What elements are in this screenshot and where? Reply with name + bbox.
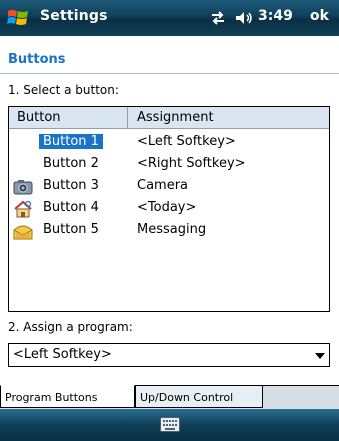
tab-up-down-control[interactable]: Up/Down Control bbox=[135, 385, 263, 408]
home-icon bbox=[14, 200, 32, 218]
row-button-name: Button 4 bbox=[43, 200, 99, 215]
list-row-button-5[interactable]: Button 5 Messaging bbox=[9, 221, 329, 241]
row-button-name: Button 2 bbox=[43, 156, 99, 171]
list-header: Button Assignment bbox=[9, 107, 329, 129]
title-bar: Settings 3:49 ok bbox=[0, 0, 339, 36]
column-header-button[interactable]: Button bbox=[17, 110, 61, 125]
program-select[interactable]: <Left Softkey> bbox=[8, 343, 330, 367]
list-row-button-3[interactable]: Button 3 Camera bbox=[9, 177, 329, 197]
row-assignment: <Right Softkey> bbox=[137, 156, 246, 171]
connectivity-icon[interactable] bbox=[210, 10, 226, 26]
row-assignment: Camera bbox=[137, 178, 189, 193]
tab-strip: Program Buttons Up/Down Control bbox=[0, 385, 339, 409]
camera-icon bbox=[13, 180, 33, 195]
row-assignment: <Left Softkey> bbox=[137, 134, 236, 149]
button-list[interactable]: Button Assignment Button 1 <Left Softkey… bbox=[8, 106, 330, 312]
list-row-button-2[interactable]: Button 2 <Right Softkey> bbox=[9, 155, 329, 175]
header-divider bbox=[0, 73, 339, 74]
list-row-button-4[interactable]: Button 4 <Today> bbox=[9, 199, 329, 219]
row-button-name: Button 1 bbox=[39, 134, 103, 149]
softkey-bar bbox=[0, 409, 339, 441]
row-button-name: Button 5 bbox=[43, 222, 99, 237]
page-header: Buttons bbox=[0, 36, 339, 74]
envelope-icon bbox=[13, 225, 33, 240]
windows-start-icon[interactable] bbox=[6, 6, 30, 30]
row-assignment: Messaging bbox=[137, 222, 207, 237]
list-row-button-1[interactable]: Button 1 <Left Softkey> bbox=[9, 133, 329, 153]
dropdown-arrow-icon[interactable] bbox=[315, 353, 325, 359]
column-header-assignment[interactable]: Assignment bbox=[137, 110, 214, 125]
tab-program-buttons[interactable]: Program Buttons bbox=[0, 385, 135, 408]
page-title: Buttons bbox=[8, 52, 66, 67]
app-title: Settings bbox=[40, 8, 108, 24]
program-select-value: <Left Softkey> bbox=[13, 347, 112, 362]
column-separator[interactable] bbox=[127, 107, 128, 129]
select-button-label: 1. Select a button: bbox=[8, 83, 119, 97]
ok-button[interactable]: ok bbox=[310, 8, 329, 24]
volume-icon[interactable] bbox=[234, 10, 254, 26]
assign-program-label: 2. Assign a program: bbox=[8, 320, 133, 334]
clock[interactable]: 3:49 bbox=[258, 8, 293, 24]
row-button-name: Button 3 bbox=[43, 178, 99, 193]
keyboard-icon[interactable] bbox=[160, 417, 180, 432]
row-assignment: <Today> bbox=[137, 200, 197, 215]
